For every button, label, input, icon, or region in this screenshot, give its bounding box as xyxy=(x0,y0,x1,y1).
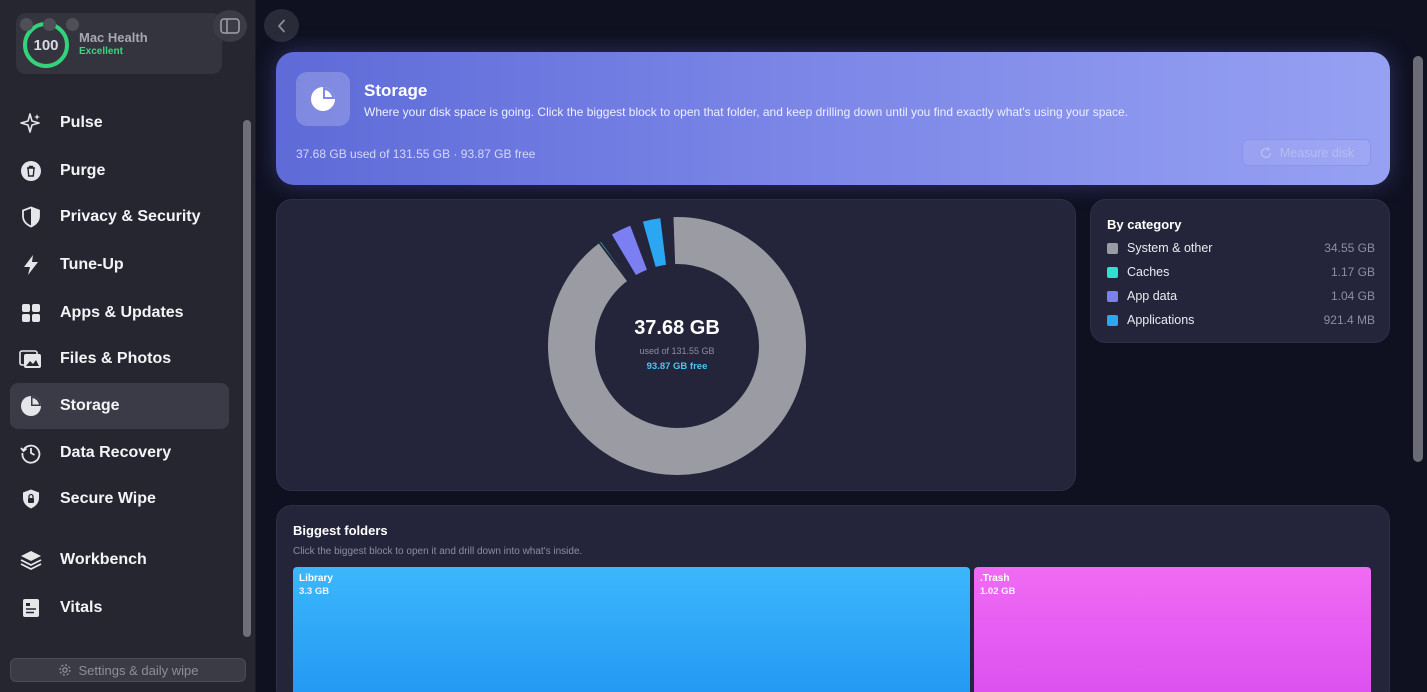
folder-block-library[interactable]: Library 3.3 GB xyxy=(293,567,970,692)
sidebar-item-label: Privacy & Security xyxy=(60,208,201,225)
sidebar-item-workbench[interactable]: Workbench xyxy=(10,537,229,583)
category-swatch xyxy=(1107,242,1118,254)
disk-usage-summary: 37.68 GB used of 131.55 GB · 93.87 GB fr… xyxy=(296,147,536,161)
category-name: App data xyxy=(1127,289,1178,303)
chevron-left-icon xyxy=(277,19,285,32)
biggest-folders-card: Biggest folders Click the biggest block … xyxy=(276,505,1390,692)
gear-icon xyxy=(58,664,71,676)
category-value: 34.55 GB xyxy=(1324,241,1375,255)
category-swatch xyxy=(1107,290,1118,302)
category-value: 1.04 GB xyxy=(1330,289,1375,303)
category-value: 921.4 MB xyxy=(1323,313,1375,327)
back-button[interactable] xyxy=(264,9,299,42)
sidebar-item-files-photos[interactable]: Files & Photos xyxy=(10,336,229,382)
sidebar-item-label: Vitals xyxy=(60,599,103,616)
category-row[interactable]: System & other 34.55 GB xyxy=(1107,239,1375,257)
refresh-icon xyxy=(1260,146,1272,158)
vitals-icon xyxy=(11,597,51,619)
sidebar-item-vitals[interactable]: Vitals xyxy=(10,585,229,631)
sidebar-scrollbar-thumb[interactable] xyxy=(243,120,251,637)
sidebar-item-storage[interactable]: Storage xyxy=(10,383,229,429)
sidebar-item-secure-wipe[interactable]: Secure Wipe xyxy=(10,476,229,522)
main-content: Storage Where your disk space is going. … xyxy=(256,0,1427,692)
folder-block-trash[interactable]: .Trash 1.02 GB xyxy=(974,567,1371,692)
pie-chart-icon xyxy=(11,395,51,417)
category-name: Caches xyxy=(1127,265,1170,279)
sidebar-item-purge[interactable]: Purge xyxy=(10,148,229,194)
category-value: 1.17 GB xyxy=(1330,265,1375,279)
category-legend-card: By category System & other 34.55 GB Cach… xyxy=(1090,199,1390,343)
sidebar-item-privacy-security[interactable]: Privacy & Security xyxy=(10,194,229,240)
folder-name: Library xyxy=(299,573,333,584)
folder-size: 1.02 GB xyxy=(980,586,1016,597)
sidebar-toggle-button[interactable] xyxy=(213,10,247,42)
lock-shield-icon xyxy=(11,488,51,510)
sidebar-item-label: Data Recovery xyxy=(60,444,172,461)
donut-free-label: 93.87 GB free xyxy=(646,361,708,372)
sidebar-toggle-icon xyxy=(220,18,240,34)
layers-icon xyxy=(11,549,51,571)
history-icon xyxy=(11,442,51,464)
storage-header-card: Storage Where your disk space is going. … xyxy=(276,52,1390,185)
donut-total-used: 37.68 GB xyxy=(634,317,720,339)
trash-icon xyxy=(11,160,51,182)
apps-grid-icon xyxy=(11,302,51,324)
category-title: By category xyxy=(1107,217,1182,232)
sidebar-item-pulse[interactable]: Pulse xyxy=(10,100,229,146)
sidebar-item-label: Tune-Up xyxy=(60,256,124,273)
sidebar-item-label: Secure Wipe xyxy=(60,490,156,507)
page-description: Where your disk space is going. Click th… xyxy=(364,105,1129,119)
sidebar-item-label: Workbench xyxy=(60,551,147,568)
photos-icon xyxy=(11,348,51,370)
shield-icon xyxy=(11,206,51,228)
measure-disk-button[interactable]: Measure disk xyxy=(1242,139,1371,166)
folder-name: .Trash xyxy=(980,573,1010,584)
sparkle-icon xyxy=(11,112,51,134)
category-swatch xyxy=(1107,314,1118,326)
measure-disk-label: Measure disk xyxy=(1279,145,1355,160)
category-name: System & other xyxy=(1127,241,1213,255)
category-row[interactable]: App data 1.04 GB xyxy=(1107,287,1375,305)
folders-subtitle: Click the biggest block to open it and d… xyxy=(293,546,583,557)
main-scrollbar-thumb[interactable] xyxy=(1413,56,1423,462)
minimize-window-button[interactable] xyxy=(43,18,56,31)
sidebar-item-apps-updates[interactable]: Apps & Updates xyxy=(10,290,229,336)
window-controls xyxy=(20,18,79,31)
settings-button[interactable]: Settings & daily wipe xyxy=(10,658,246,682)
health-status: Excellent xyxy=(79,46,123,57)
close-window-button[interactable] xyxy=(20,18,33,31)
folder-size: 3.3 GB xyxy=(299,586,330,597)
donut-capacity-label: used of 131.55 GB xyxy=(639,346,715,356)
folders-title: Biggest folders xyxy=(293,523,388,538)
sidebar-item-label: Storage xyxy=(60,397,120,414)
pie-chart-icon xyxy=(296,72,350,126)
health-title: Mac Health xyxy=(79,30,148,45)
app-window: 100 Mac Health Excellent Pulse Purge Pri… xyxy=(0,0,1427,692)
settings-label: Settings & daily wipe xyxy=(78,662,199,678)
category-name: Applications xyxy=(1127,313,1195,327)
sidebar-item-data-recovery[interactable]: Data Recovery xyxy=(10,430,229,476)
category-swatch xyxy=(1107,266,1118,278)
sidebar-item-tune-up[interactable]: Tune-Up xyxy=(10,242,229,288)
sidebar-item-label: Apps & Updates xyxy=(60,304,184,321)
sidebar-item-label: Purge xyxy=(60,162,106,179)
storage-donut-card: 37.68 GB used of 131.55 GB 93.87 GB free xyxy=(276,199,1076,491)
zoom-window-button[interactable] xyxy=(66,18,79,31)
category-row[interactable]: Caches 1.17 GB xyxy=(1107,263,1375,281)
page-title: Storage xyxy=(364,81,428,100)
sidebar-item-label: Files & Photos xyxy=(60,350,172,367)
bolt-icon xyxy=(11,254,51,276)
sidebar-item-label: Pulse xyxy=(60,114,103,131)
sidebar: 100 Mac Health Excellent Pulse Purge Pri… xyxy=(0,0,256,692)
category-row[interactable]: Applications 921.4 MB xyxy=(1107,311,1375,329)
